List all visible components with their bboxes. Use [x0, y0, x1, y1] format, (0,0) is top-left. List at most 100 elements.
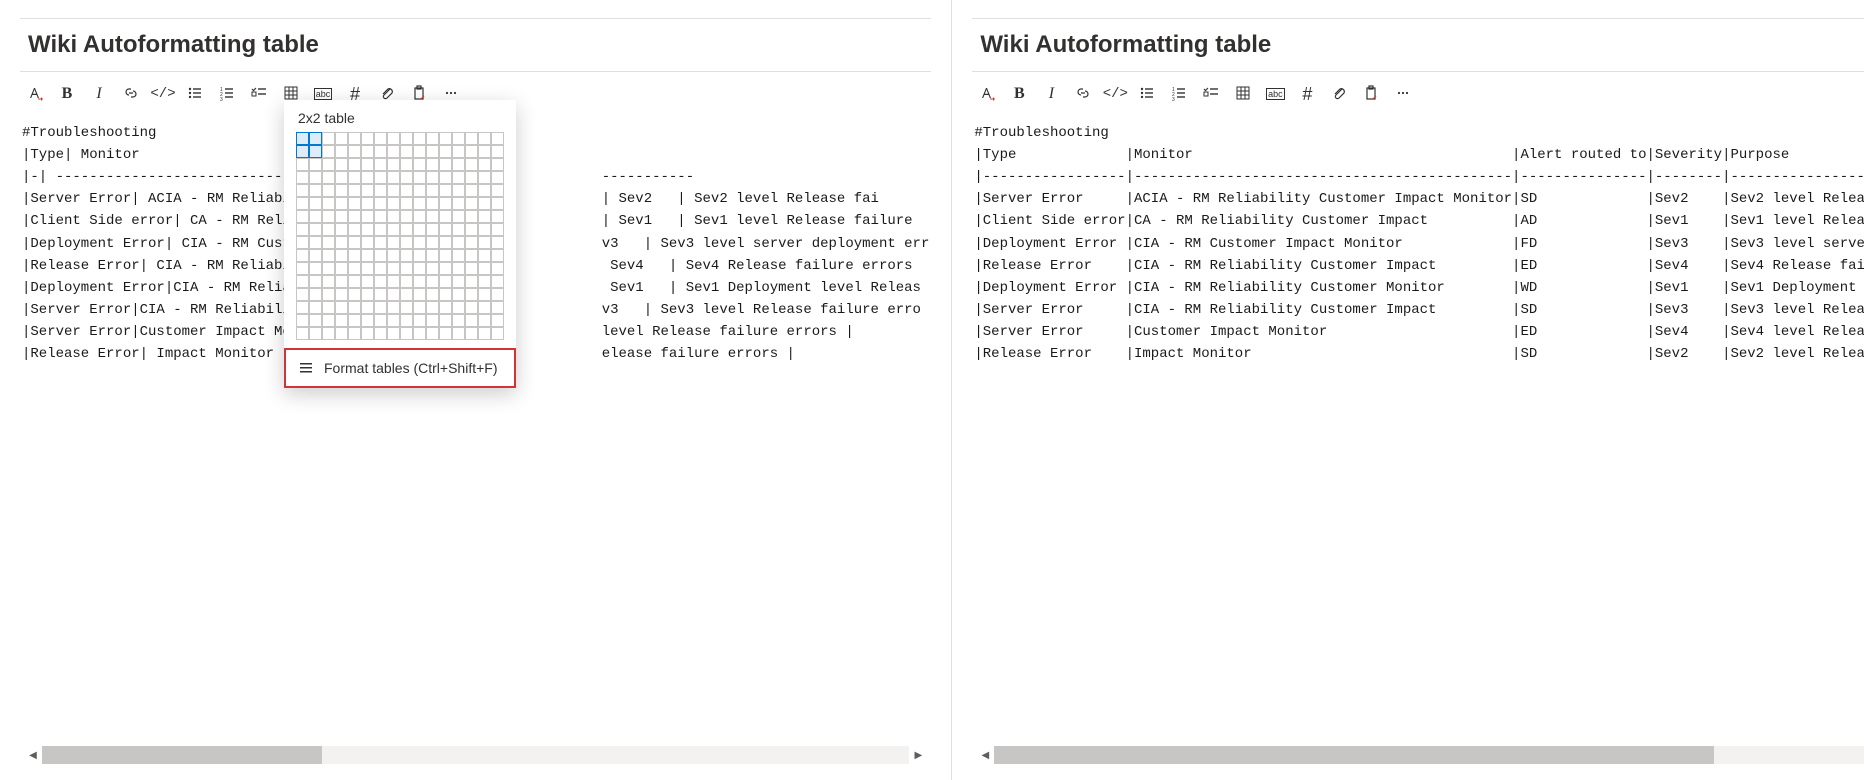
table-picker-cell[interactable] — [361, 236, 374, 249]
table-picker-cell[interactable] — [374, 327, 387, 340]
table-picker-cell[interactable] — [387, 158, 400, 171]
table-picker-cell[interactable] — [426, 132, 439, 145]
table-picker-cell[interactable] — [361, 171, 374, 184]
table-picker-cell[interactable] — [309, 145, 322, 158]
insert-table-button[interactable] — [1228, 79, 1258, 109]
table-picker-cell[interactable] — [491, 184, 504, 197]
italic-button[interactable]: I — [1036, 79, 1066, 109]
table-picker-cell[interactable] — [322, 288, 335, 301]
table-picker-cell[interactable] — [374, 288, 387, 301]
table-picker-cell[interactable] — [465, 210, 478, 223]
table-picker-cell[interactable] — [296, 314, 309, 327]
table-picker-cell[interactable] — [478, 197, 491, 210]
table-picker-cell[interactable] — [465, 236, 478, 249]
link-button[interactable] — [116, 79, 146, 109]
table-picker-cell[interactable] — [348, 210, 361, 223]
checklist-button[interactable] — [244, 79, 274, 109]
table-picker-cell[interactable] — [439, 249, 452, 262]
table-picker-cell[interactable] — [309, 301, 322, 314]
table-picker-cell[interactable] — [452, 145, 465, 158]
table-picker-cell[interactable] — [491, 171, 504, 184]
table-picker-cell[interactable] — [452, 132, 465, 145]
table-picker-cell[interactable] — [374, 132, 387, 145]
table-picker-cell[interactable] — [465, 327, 478, 340]
table-picker-cell[interactable] — [309, 275, 322, 288]
table-picker-cell[interactable] — [322, 145, 335, 158]
table-picker-cell[interactable] — [361, 145, 374, 158]
table-picker-cell[interactable] — [387, 210, 400, 223]
table-picker-cell[interactable] — [400, 132, 413, 145]
table-picker-cell[interactable] — [361, 184, 374, 197]
table-picker-cell[interactable] — [322, 158, 335, 171]
table-picker-cell[interactable] — [491, 145, 504, 158]
table-picker-cell[interactable] — [296, 158, 309, 171]
table-picker-cell[interactable] — [413, 197, 426, 210]
heading-button[interactable]: # — [1292, 79, 1322, 109]
link-button[interactable] — [1068, 79, 1098, 109]
table-picker-cell[interactable] — [413, 249, 426, 262]
table-picker-cell[interactable] — [491, 223, 504, 236]
table-picker-cell[interactable] — [348, 314, 361, 327]
scroll-left-arrow[interactable]: ◀ — [24, 746, 42, 764]
text-style-button[interactable] — [972, 79, 1002, 109]
table-picker-cell[interactable] — [322, 301, 335, 314]
table-picker-cell[interactable] — [348, 288, 361, 301]
page-title-field[interactable]: Wiki Autoformatting table — [972, 18, 1864, 72]
table-picker-cell[interactable] — [322, 197, 335, 210]
table-picker-cell[interactable] — [400, 223, 413, 236]
table-picker-cell[interactable] — [400, 158, 413, 171]
table-picker-cell[interactable] — [426, 158, 439, 171]
table-picker-cell[interactable] — [335, 158, 348, 171]
table-picker-cell[interactable] — [361, 301, 374, 314]
table-picker-cell[interactable] — [387, 249, 400, 262]
table-picker-cell[interactable] — [387, 236, 400, 249]
table-picker-cell[interactable] — [374, 236, 387, 249]
table-picker-cell[interactable] — [491, 314, 504, 327]
table-picker-cell[interactable] — [374, 275, 387, 288]
table-picker-cell[interactable] — [491, 275, 504, 288]
table-picker-cell[interactable] — [322, 223, 335, 236]
table-picker-cell[interactable] — [400, 275, 413, 288]
table-picker-cell[interactable] — [335, 327, 348, 340]
table-picker-cell[interactable] — [361, 210, 374, 223]
table-picker-cell[interactable] — [296, 288, 309, 301]
table-picker-grid[interactable] — [296, 132, 504, 340]
table-picker-cell[interactable] — [426, 184, 439, 197]
table-picker-cell[interactable] — [348, 223, 361, 236]
table-picker-cell[interactable] — [452, 275, 465, 288]
table-picker-cell[interactable] — [322, 236, 335, 249]
table-picker-cell[interactable] — [426, 249, 439, 262]
table-picker-cell[interactable] — [452, 249, 465, 262]
table-picker-cell[interactable] — [491, 327, 504, 340]
table-picker-cell[interactable] — [335, 288, 348, 301]
table-picker-cell[interactable] — [491, 301, 504, 314]
table-picker-cell[interactable] — [348, 145, 361, 158]
table-picker-cell[interactable] — [374, 223, 387, 236]
table-picker-cell[interactable] — [400, 145, 413, 158]
table-picker-cell[interactable] — [400, 184, 413, 197]
table-picker-cell[interactable] — [348, 327, 361, 340]
table-picker-cell[interactable] — [478, 275, 491, 288]
table-picker-cell[interactable] — [426, 314, 439, 327]
table-picker-cell[interactable] — [335, 314, 348, 327]
table-picker-cell[interactable] — [426, 262, 439, 275]
table-picker-cell[interactable] — [309, 132, 322, 145]
table-picker-cell[interactable] — [426, 145, 439, 158]
table-picker-cell[interactable] — [335, 223, 348, 236]
table-picker-cell[interactable] — [426, 275, 439, 288]
table-picker-cell[interactable] — [452, 158, 465, 171]
scrollbar-thumb[interactable] — [42, 746, 322, 764]
table-picker-cell[interactable] — [413, 262, 426, 275]
table-picker-cell[interactable] — [387, 314, 400, 327]
scroll-left-arrow[interactable]: ◀ — [976, 746, 994, 764]
table-picker-cell[interactable] — [413, 288, 426, 301]
table-picker-cell[interactable] — [296, 262, 309, 275]
table-picker-cell[interactable] — [465, 158, 478, 171]
table-picker-cell[interactable] — [309, 158, 322, 171]
table-picker-cell[interactable] — [426, 301, 439, 314]
table-picker-cell[interactable] — [465, 145, 478, 158]
table-picker-cell[interactable] — [387, 262, 400, 275]
table-picker-cell[interactable] — [335, 210, 348, 223]
table-picker-cell[interactable] — [309, 288, 322, 301]
format-tables-menu-item[interactable]: Format tables (Ctrl+Shift+F) — [284, 348, 516, 388]
